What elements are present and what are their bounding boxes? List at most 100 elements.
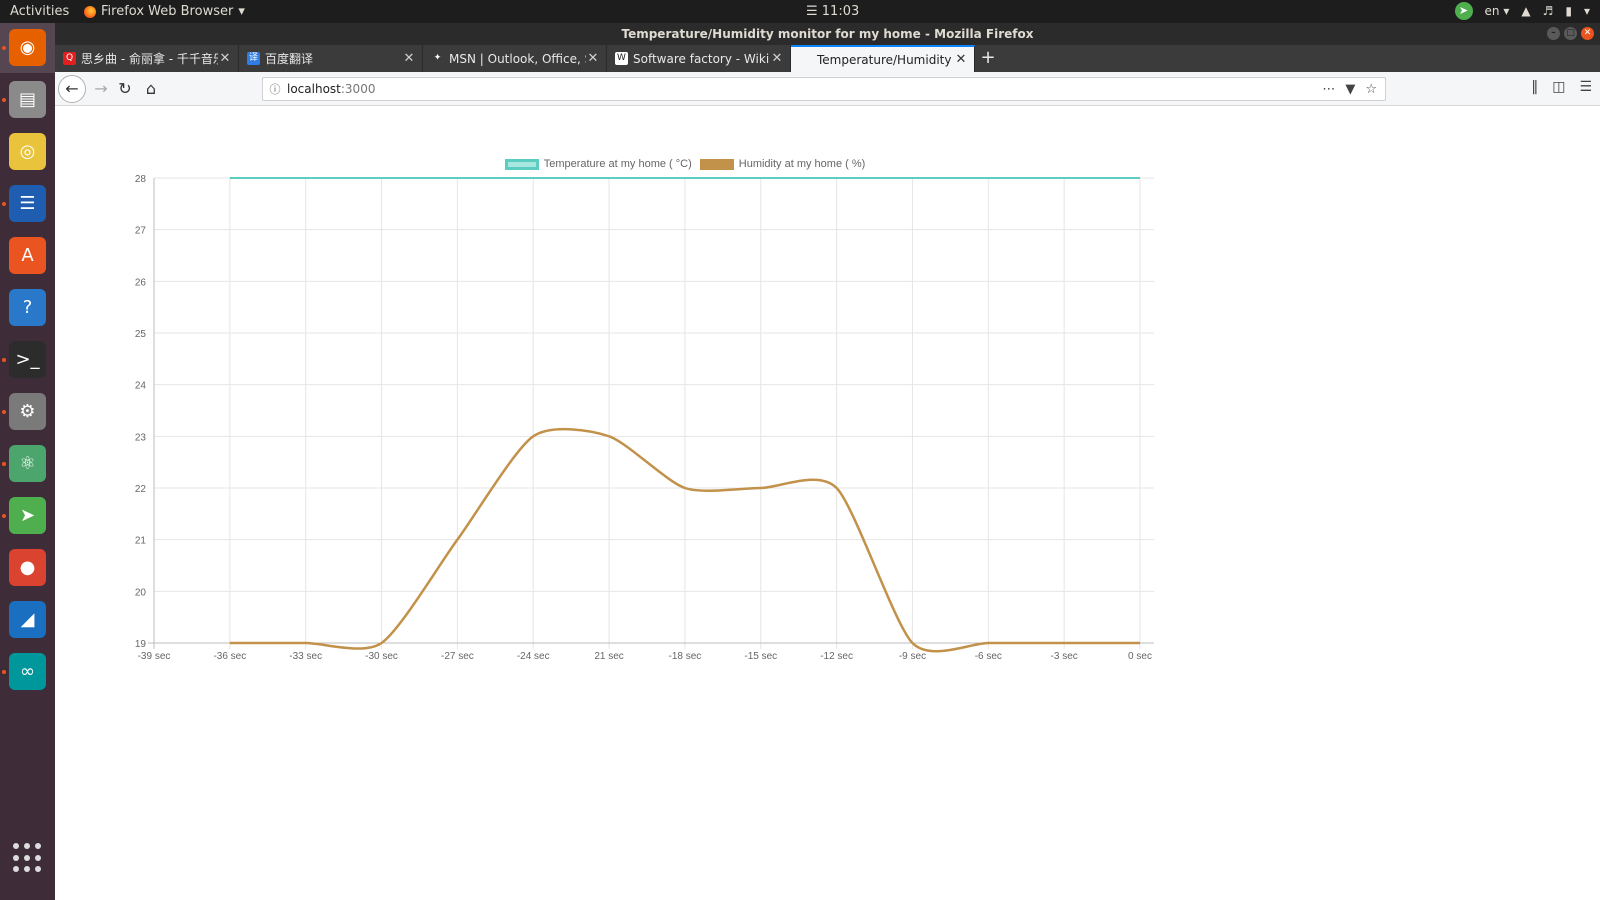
y-tick-label: 21 <box>135 536 147 547</box>
y-tick-label: 25 <box>135 329 147 340</box>
tab-close-icon[interactable]: ✕ <box>402 51 416 66</box>
tab-2[interactable]: ✦ MSN | Outlook, Office, Skype✕ <box>423 45 607 72</box>
url-host: localhost <box>287 82 341 96</box>
window-title: Temperature/Humidity monitor for my home… <box>621 27 1034 41</box>
x-tick-label: -18 sec <box>669 651 702 662</box>
volume-icon[interactable]: ♬ <box>1543 4 1554 18</box>
running-indicator <box>2 514 6 518</box>
tab-3[interactable]: W Software factory - Wikipedia✕ <box>607 45 791 72</box>
tab-4[interactable]: Temperature/Humidity monitor✕ <box>791 45 975 72</box>
y-tick-label: 19 <box>135 639 147 650</box>
tab-close-icon[interactable]: ✕ <box>954 52 968 67</box>
minimize-icon[interactable]: – <box>1547 27 1560 40</box>
library-icon[interactable]: ‖ <box>1531 79 1538 95</box>
home-button[interactable]: ⌂ <box>138 77 164 101</box>
url-actions: ⋯ ▼ ☆ <box>1322 82 1385 97</box>
chrome-icon[interactable]: ● <box>9 549 46 586</box>
wireshark-icon[interactable]: ◢ <box>9 601 46 638</box>
navigation-toolbar: ← → ↻ ⌂ ⓘ localhost:3000 ⋯ ▼ ☆ ‖ ◫ ☰ <box>55 72 1600 106</box>
x-tick-label: -9 sec <box>899 651 926 662</box>
sidebar-icon[interactable]: ◫ <box>1552 79 1565 95</box>
telegram-icon[interactable]: ➤ <box>9 497 46 534</box>
new-tab-button[interactable]: + <box>975 45 1001 72</box>
y-tick-label: 23 <box>135 432 147 443</box>
language-indicator[interactable]: en ▾ <box>1485 4 1510 18</box>
x-tick-label: -24 sec <box>517 651 550 662</box>
rhythmbox-icon[interactable]: ◎ <box>9 133 46 170</box>
firefox-icon[interactable]: ◉ <box>9 29 46 66</box>
show-applications-icon[interactable] <box>13 843 43 873</box>
tab-favicon-icon: ✦ <box>431 52 444 65</box>
writer-icon[interactable]: ☰ <box>9 185 46 222</box>
x-tick-label: -12 sec <box>820 651 853 662</box>
tab-favicon-icon: Q <box>63 52 76 65</box>
url-bar[interactable]: ⓘ localhost:3000 ⋯ ▼ ☆ <box>262 77 1386 101</box>
running-indicator <box>2 202 6 206</box>
tab-strip: Q 思乡曲 - 俞丽拿 - 千千音乐 ✕ 译百度翻译 ✕ ✦ MSN | Outlook, … <box>55 45 1600 72</box>
pocket-icon[interactable]: ▼ <box>1345 82 1355 97</box>
app-menu[interactable]: Firefox Web Browser ▾ <box>84 4 245 19</box>
reload-button[interactable]: ↻ <box>112 77 138 101</box>
back-button[interactable]: ← <box>58 75 86 103</box>
chevron-down-icon: ▾ <box>238 4 245 19</box>
app-menu-label: Firefox Web Browser <box>101 4 234 19</box>
tab-favicon-icon: 译 <box>247 52 260 65</box>
maximize-icon[interactable]: □ <box>1564 27 1577 40</box>
tab-title: 百度翻译 <box>265 52 314 66</box>
y-tick-label: 26 <box>135 277 147 288</box>
software-center-icon[interactable]: A <box>9 237 46 274</box>
atom-icon[interactable]: ⚛ <box>9 445 46 482</box>
language-label: en <box>1484 4 1500 18</box>
chevron-down-icon[interactable]: ▾ <box>1584 4 1590 18</box>
firefox-small-icon <box>84 5 96 18</box>
terminal-icon[interactable]: >_ <box>9 341 46 378</box>
wifi-icon[interactable]: ▲ <box>1521 4 1530 18</box>
launcher-dock: ◉ ▤ ◎ ☰ A? >_ ⚙ ⚛ ➤ ● ◢ ∞ <box>0 23 55 900</box>
running-indicator <box>2 98 6 102</box>
tab-1[interactable]: 译百度翻译 ✕ <box>239 45 423 72</box>
tab-0[interactable]: Q 思乡曲 - 俞丽拿 - 千千音乐 ✕ <box>55 45 239 72</box>
x-tick-label: -27 sec <box>441 651 474 662</box>
line-chart: 19 20 21 22 23 24 25 26 27 28 -39 sec -36 sec -33 se… <box>135 174 1154 662</box>
arduino-icon[interactable]: ∞ <box>9 653 46 690</box>
telegram-tray-icon[interactable]: ➤ <box>1454 2 1473 20</box>
tab-title: 思乡曲 - 俞丽拿 - 千千音乐 <box>81 52 218 66</box>
y-tick-label: 20 <box>135 587 147 598</box>
x-tick-label: -33 sec <box>289 651 322 662</box>
settings-icon[interactable]: ⚙ <box>9 393 46 430</box>
close-icon[interactable]: ✕ <box>1581 27 1594 40</box>
x-tick-label: -36 sec <box>213 651 246 662</box>
y-tick-label: 27 <box>135 226 147 237</box>
x-tick-label: 0 sec <box>1128 651 1152 662</box>
running-indicator <box>2 670 6 674</box>
y-tick-label: 22 <box>135 484 147 495</box>
x-tick-label: -30 sec <box>365 651 398 662</box>
clock[interactable]: ☰ 11:03 <box>806 4 859 19</box>
tab-title: Software factory - Wikipedia <box>633 51 770 66</box>
hamburger-menu-icon[interactable]: ☰ <box>1579 79 1592 95</box>
system-top-bar: Activities Firefox Web Browser ▾ ☰ 11:03… <box>0 0 1600 23</box>
x-tick-label: -3 sec <box>1051 651 1078 662</box>
battery-icon[interactable]: ▮ <box>1565 4 1572 18</box>
site-info-icon[interactable]: ⓘ <box>263 81 287 97</box>
running-indicator <box>2 410 6 414</box>
tab-close-icon[interactable]: ✕ <box>218 51 232 66</box>
tab-close-icon[interactable]: ✕ <box>770 51 784 66</box>
bookmark-star-icon[interactable]: ☆ <box>1365 82 1377 97</box>
tab-favicon-icon: W <box>615 52 628 65</box>
help-icon[interactable]: ? <box>9 289 46 326</box>
window-controls: – □ ✕ <box>1547 27 1594 40</box>
toolbar-right: ‖ ◫ ☰ <box>1531 79 1592 95</box>
forward-button[interactable]: → <box>88 77 114 101</box>
running-indicator <box>2 462 6 466</box>
page-content: Temperature at my home ( °C) Humidity at … <box>55 106 1600 900</box>
tab-title: MSN | Outlook, Office, Skype <box>449 51 586 66</box>
page-actions-icon[interactable]: ⋯ <box>1322 82 1335 97</box>
files-icon[interactable]: ▤ <box>9 81 46 118</box>
x-tick-label: 21 sec <box>594 651 623 662</box>
y-tick-label: 28 <box>135 174 147 185</box>
tab-title: Temperature/Humidity monitor <box>817 52 954 67</box>
tab-favicon-icon <box>799 53 812 66</box>
tab-close-icon[interactable]: ✕ <box>586 51 600 66</box>
activities-button[interactable]: Activities <box>10 4 69 19</box>
